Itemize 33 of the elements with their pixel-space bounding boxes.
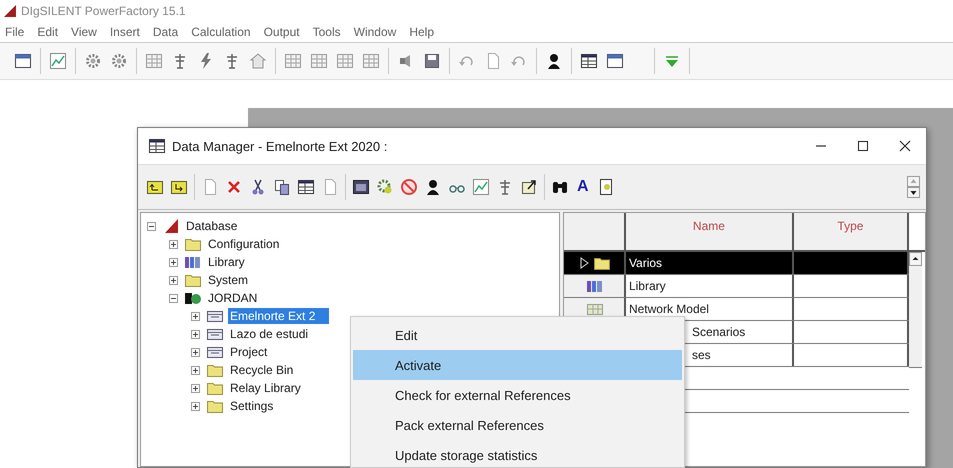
app-title: DIgSILENT PowerFactory 15.1	[21, 4, 186, 18]
tree-item[interactable]: Library	[206, 254, 247, 270]
menu-item[interactable]: View	[71, 25, 97, 39]
tree-item[interactable]: Relay Library	[228, 380, 303, 396]
tree-item[interactable]: Project	[228, 344, 270, 360]
tree-item[interactable]: Database	[184, 218, 240, 234]
tree-item[interactable]: System	[206, 272, 250, 288]
menu-item[interactable]: Edit	[37, 25, 58, 39]
tree-item[interactable]: Emelnorte Ext 2	[228, 308, 330, 324]
column-header[interactable]: Name	[626, 213, 794, 250]
tree-item[interactable]: Settings	[228, 398, 276, 414]
tree-item[interactable]: Recycle Bin	[228, 362, 296, 378]
tree-item[interactable]: Lazo de estudi	[228, 326, 310, 342]
menu-item[interactable]: Output	[264, 25, 300, 39]
menu-item[interactable]: Pack external References	[353, 410, 682, 440]
menu-item[interactable]: File	[5, 25, 24, 39]
column-header[interactable]: Type	[794, 213, 909, 250]
tree-item[interactable]: Configuration	[206, 236, 282, 252]
menu-item[interactable]: Window	[354, 25, 396, 39]
font-button[interactable]: A	[575, 178, 591, 196]
menu-item[interactable]: Insert	[110, 25, 140, 39]
table-cell: Library	[626, 275, 794, 297]
menu-item[interactable]: Data	[152, 25, 178, 39]
window-title: Data Manager - Emelnorte Ext 2020 :	[172, 138, 388, 154]
menu-item[interactable]: Help	[409, 25, 434, 39]
tree-item[interactable]: JORDAN	[206, 290, 260, 306]
menu-item[interactable]: Tools	[312, 25, 341, 39]
menu-item[interactable]: Update storage statistics	[353, 440, 682, 468]
list-row[interactable]: Library	[564, 275, 909, 298]
menu-item[interactable]: Activate	[353, 350, 682, 380]
menu-item[interactable]: Check for external References	[353, 380, 682, 410]
list-row[interactable]: Varios	[564, 252, 909, 275]
menu-item[interactable]: Calculation	[191, 25, 251, 39]
